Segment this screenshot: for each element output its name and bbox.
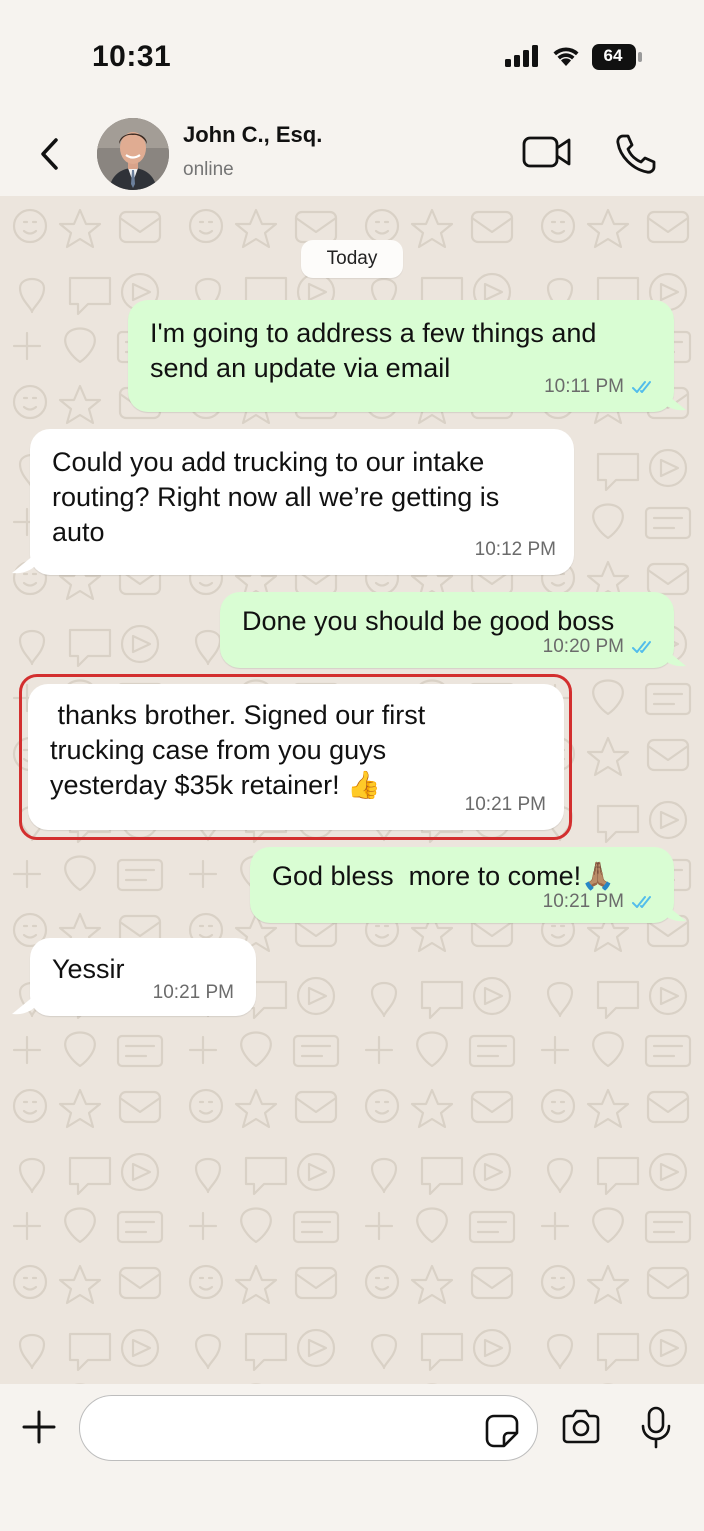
bubble-tail — [664, 392, 686, 411]
message-text: Could you add trucking to our intake rou… — [52, 447, 500, 547]
bubble-tail — [664, 648, 686, 667]
message-time: 10:20 PM — [542, 636, 624, 657]
cellular-signal-icon — [505, 45, 538, 67]
wifi-icon — [553, 47, 579, 66]
phone-call-icon[interactable] — [614, 132, 658, 176]
contact-status: online — [183, 159, 234, 180]
contact-avatar[interactable] — [97, 118, 169, 190]
battery-icon: 64 — [592, 44, 644, 75]
camera-icon[interactable] — [560, 1408, 602, 1446]
read-receipt-icon — [632, 895, 651, 908]
contact-name[interactable]: John C., Esq. — [183, 122, 322, 148]
chat-header: John C., Esq. online — [0, 110, 704, 196]
message-meta: 10:20 PM — [543, 629, 656, 664]
message-time: 10:21 PM — [542, 891, 624, 912]
message-time: 10:11 PM — [544, 376, 624, 397]
bubble-tail — [12, 555, 34, 574]
message-bubble-outgoing[interactable]: God bless more to come!🙏🏽 10:21 PM — [250, 847, 674, 923]
sticker-icon[interactable] — [484, 1413, 520, 1449]
message-input[interactable] — [79, 1395, 538, 1461]
message-text: I'm going to address a few things and se… — [150, 318, 597, 383]
message-meta: 10:12 PM — [475, 532, 556, 567]
message-meta: 10:11 PM — [544, 369, 656, 404]
plus-icon[interactable] — [22, 1410, 56, 1444]
status-bar: 10:31 64 — [0, 0, 704, 110]
message-bubble-outgoing[interactable]: Done you should be good boss 10:20 PM — [220, 592, 674, 668]
bubble-tail — [12, 996, 34, 1015]
video-call-icon[interactable] — [521, 134, 573, 170]
message-meta: 10:21 PM — [543, 884, 656, 919]
read-receipt-icon — [632, 380, 651, 393]
chat-area[interactable]: Today I'm going to address a few things … — [0, 196, 704, 1384]
message-text: Yessir — [52, 954, 125, 984]
message-meta: 10:21 PM — [153, 975, 234, 1010]
message-bubble-outgoing[interactable]: I'm going to address a few things and se… — [128, 300, 674, 412]
read-receipt-icon — [632, 640, 651, 653]
message-time: 10:12 PM — [474, 539, 556, 560]
message-bubble-incoming[interactable]: Yessir 10:21 PM — [30, 938, 256, 1016]
date-separator: Today — [301, 240, 403, 278]
message-input-bar — [0, 1384, 704, 1531]
highlight-annotation — [19, 674, 572, 840]
status-time: 10:31 — [92, 40, 172, 73]
message-bubble-incoming[interactable]: Could you add trucking to our intake rou… — [30, 429, 574, 575]
battery-level: 64 — [603, 46, 623, 65]
message-time: 10:21 PM — [152, 982, 234, 1003]
microphone-icon[interactable] — [640, 1406, 672, 1450]
back-chevron-icon[interactable] — [34, 134, 68, 174]
bubble-tail — [664, 903, 686, 922]
